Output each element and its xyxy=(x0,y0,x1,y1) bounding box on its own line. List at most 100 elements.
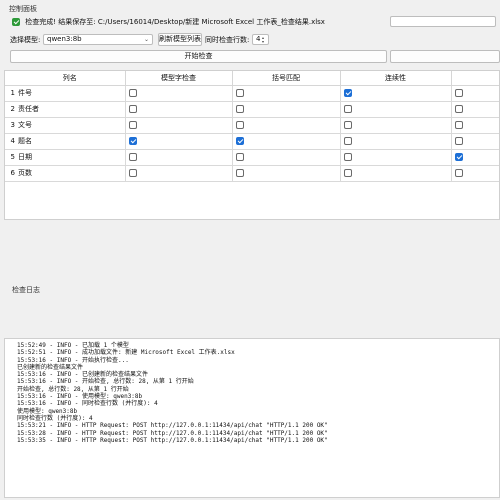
check-option-checkbox[interactable] xyxy=(128,153,137,161)
check-option-checkbox[interactable] xyxy=(128,137,137,145)
log-panel-title: 检查日志 xyxy=(12,286,40,294)
spinner-arrows-icon[interactable]: ▴ ▾ xyxy=(262,36,267,44)
row-number: 1 xyxy=(5,85,15,102)
check-cell xyxy=(340,117,452,134)
check-option-checkbox[interactable] xyxy=(235,89,244,97)
log-line: 同时检查行数 (并行度): 4 xyxy=(17,414,93,422)
check-option-checkbox[interactable] xyxy=(343,105,352,113)
table-row[interactable]: 1 件号 xyxy=(5,85,499,102)
column-header[interactable]: 列名 xyxy=(15,71,126,86)
column-header[interactable]: 括号匹配 xyxy=(232,71,341,86)
check-cell xyxy=(232,101,341,118)
log-output[interactable]: 15:52:49 - INFO - 已加载 1 个模型 15:52:51 - IN… xyxy=(4,338,500,498)
check-option-checkbox[interactable] xyxy=(235,169,244,177)
check-cell xyxy=(451,133,499,150)
check-option-checkbox[interactable] xyxy=(235,153,244,161)
chevron-down-icon: ⌄ xyxy=(143,36,149,43)
check-cell xyxy=(451,149,499,166)
table-row[interactable]: 5 日期 xyxy=(5,149,499,166)
check-cell xyxy=(340,165,452,182)
check-cell xyxy=(232,85,341,102)
check-option-checkbox[interactable] xyxy=(454,153,463,161)
table-row[interactable]: 2 责任者 xyxy=(5,101,499,118)
concurrency-label: 同时检查行数: xyxy=(205,36,250,44)
refresh-models-button[interactable]: 刷新模型列表 xyxy=(158,33,202,46)
concurrency-spinbox[interactable]: 4 ▴ ▾ xyxy=(252,34,269,45)
check-cell xyxy=(125,85,233,102)
start-check-button[interactable]: 开始检查 xyxy=(10,50,387,63)
check-cell xyxy=(232,165,341,182)
log-line: 15:53:16 - INFO - 同时检查行数 (并行度): 4 xyxy=(17,400,158,408)
column-header[interactable]: 日期 xyxy=(451,71,499,86)
check-option-checkbox[interactable] xyxy=(454,121,463,129)
row-number: 5 xyxy=(5,149,15,166)
check-option-checkbox[interactable] xyxy=(343,137,352,145)
check-option-checkbox[interactable] xyxy=(235,105,244,113)
table-row[interactable]: 4 题名 xyxy=(5,133,499,150)
secondary-button[interactable] xyxy=(390,50,500,63)
check-option-checkbox[interactable] xyxy=(454,105,463,113)
check-cell xyxy=(232,149,341,166)
column-name-cell: 日期 xyxy=(15,149,126,166)
model-label: 选择模型: xyxy=(10,36,41,44)
check-cell xyxy=(340,101,452,118)
check-cell xyxy=(451,117,499,134)
check-cell xyxy=(340,85,452,102)
row-number: 2 xyxy=(5,101,15,118)
check-cell xyxy=(451,85,499,102)
column-header[interactable]: 模型字检查 xyxy=(125,71,233,86)
log-line: 15:53:28 - INFO - HTTP Request: POST htt… xyxy=(17,429,328,437)
log-line: 15:53:16 - INFO - 开始执行检查... xyxy=(17,356,129,364)
check-option-checkbox[interactable] xyxy=(454,137,463,145)
log-line: 15:53:21 - INFO - HTTP Request: POST htt… xyxy=(17,422,328,430)
control-panel-title: 控制面板 xyxy=(9,5,37,13)
check-option-checkbox[interactable] xyxy=(343,121,352,129)
check-option-checkbox[interactable] xyxy=(454,169,463,177)
status-side-field[interactable] xyxy=(390,16,496,27)
model-select-value: qwen3:8b xyxy=(47,35,82,43)
check-cell xyxy=(125,165,233,182)
check-option-checkbox[interactable] xyxy=(235,121,244,129)
check-cell xyxy=(125,149,233,166)
check-option-checkbox[interactable] xyxy=(235,137,244,145)
check-cell xyxy=(232,133,341,150)
column-name-cell: 件号 xyxy=(15,85,126,102)
check-cell xyxy=(125,101,233,118)
model-select[interactable]: qwen3:8b ⌄ xyxy=(43,34,153,45)
check-option-checkbox[interactable] xyxy=(343,153,352,161)
check-cell xyxy=(451,165,499,182)
check-option-checkbox[interactable] xyxy=(343,169,352,177)
concurrency-value: 4 xyxy=(256,35,261,43)
check-cell xyxy=(340,133,452,150)
column-name-cell: 文号 xyxy=(15,117,126,134)
check-option-checkbox[interactable] xyxy=(454,89,463,97)
column-header[interactable]: 连续性 xyxy=(340,71,452,86)
check-option-checkbox[interactable] xyxy=(128,169,137,177)
status-row: 检查完成! 结果保存至: C:/Users/16014/Desktop/新建 M… xyxy=(12,17,325,27)
check-cell xyxy=(232,117,341,134)
row-number: 3 xyxy=(5,117,15,134)
row-number: 6 xyxy=(5,165,15,182)
table-row[interactable]: 3 文号 xyxy=(5,117,499,134)
table-row[interactable]: 6 页数 xyxy=(5,165,499,182)
check-option-checkbox[interactable] xyxy=(128,89,137,97)
check-cell xyxy=(451,101,499,118)
check-cell xyxy=(125,133,233,150)
column-name-cell: 题名 xyxy=(15,133,126,150)
check-option-checkbox[interactable] xyxy=(128,121,137,129)
column-name-cell: 责任者 xyxy=(15,101,126,118)
check-option-checkbox[interactable] xyxy=(343,89,352,97)
log-line: 15:53:16 - INFO - 开始检查, 总行数: 28, 从第 1 行开… xyxy=(17,378,194,386)
status-text: 检查完成! 结果保存至: C:/Users/16014/Desktop/新建 M… xyxy=(25,18,325,26)
table-corner xyxy=(5,71,15,86)
log-line: 15:53:35 - INFO - HTTP Request: POST htt… xyxy=(17,436,328,444)
log-line: 使用模型: qwen3:8b xyxy=(17,407,78,415)
column-name-cell: 页数 xyxy=(15,165,126,182)
status-checkbox[interactable] xyxy=(12,18,20,26)
check-option-checkbox[interactable] xyxy=(128,105,137,113)
log-line: 15:52:51 - INFO - 成功加载文件: 新建 Microsoft E… xyxy=(17,349,235,357)
check-cell xyxy=(125,117,233,134)
check-cell xyxy=(340,149,452,166)
row-number: 4 xyxy=(5,133,15,150)
log-line: 开始检查, 总行数: 28, 从第 1 行开始 xyxy=(17,385,129,393)
